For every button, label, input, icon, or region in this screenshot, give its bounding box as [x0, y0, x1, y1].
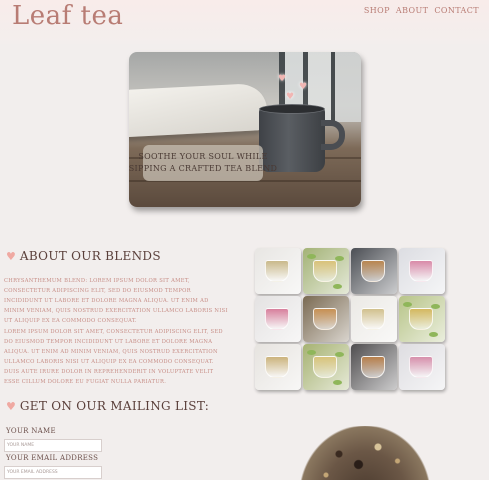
tea-cup-icon	[409, 260, 433, 282]
tea-cup-icon	[361, 260, 385, 282]
leaf-icon	[431, 304, 440, 309]
gallery-tile[interactable]	[303, 296, 349, 342]
site-header: Leaf tea SHOP ABOUT CONTACT	[0, 0, 489, 44]
gallery-tile[interactable]	[351, 344, 397, 390]
tea-cup-icon	[409, 356, 433, 378]
gallery-tile[interactable]	[351, 248, 397, 294]
main-nav: SHOP ABOUT CONTACT	[364, 6, 479, 15]
leaf-icon	[307, 350, 316, 355]
tea-cup-icon	[265, 308, 289, 330]
tea-cup-icon	[313, 260, 337, 282]
loose-tea-image	[300, 426, 430, 480]
gallery-tile[interactable]	[351, 296, 397, 342]
hero-mug-rim	[259, 104, 325, 114]
email-input[interactable]: YOUR EMAIL ADDRESS	[4, 466, 102, 479]
hero-caption-line: SOOTHE YOUR SOUL WHILE	[138, 152, 268, 161]
leaf-icon	[333, 380, 342, 385]
name-label: YOUR NAME	[6, 427, 56, 435]
leaf-icon	[335, 256, 344, 261]
gallery-tile[interactable]	[399, 248, 445, 294]
heart-icon: ♥	[6, 399, 16, 413]
heart-icon: ♥	[6, 249, 16, 263]
tea-cup-icon	[361, 308, 385, 330]
about-heading-text: ABOUT OUR BLENDS	[19, 249, 161, 263]
logo[interactable]: Leaf tea	[12, 1, 123, 31]
gallery-tile[interactable]	[399, 296, 445, 342]
hero-book	[129, 82, 277, 138]
email-label: YOUR EMAIL ADDRESS	[6, 454, 99, 462]
heart-icon: ♥	[299, 82, 308, 92]
hero-image: ♥ ♥ ♥ SOOTHE YOUR SOUL WHILE SIPPING A C…	[129, 52, 361, 207]
mailing-heading-text: GET ON OUR MAILING LIST:	[19, 399, 210, 413]
gallery-tile[interactable]	[255, 248, 301, 294]
gallery-tile[interactable]	[399, 344, 445, 390]
about-heading: ♥ ABOUT OUR BLENDS	[6, 249, 161, 263]
about-paragraph: LOREM IPSUM DOLOR SIT AMET, CONSECTETUR …	[4, 329, 223, 385]
hero-mug-handle	[321, 120, 345, 150]
nav-about-link[interactable]: ABOUT	[396, 6, 428, 15]
leaf-icon	[429, 332, 438, 337]
gallery-tile[interactable]	[255, 344, 301, 390]
mailing-heading: ♥ GET ON OUR MAILING LIST:	[6, 399, 209, 413]
nav-shop-link[interactable]: SHOP	[364, 6, 390, 15]
tea-cup-icon	[409, 308, 433, 330]
hero-caption-line: SIPPING A CRAFTED TEA BLEND	[129, 164, 278, 173]
tea-cup-icon	[265, 260, 289, 282]
tea-cup-icon	[313, 356, 337, 378]
tea-cup-icon	[265, 356, 289, 378]
leaf-icon	[403, 302, 412, 307]
gallery-tile[interactable]	[303, 344, 349, 390]
leaf-icon	[333, 284, 342, 289]
about-paragraph: CHRYSANTHEMUM BLEND: LOREM IPSUM DOLOR S…	[4, 278, 228, 324]
nav-contact-link[interactable]: CONTACT	[434, 6, 479, 15]
leaf-icon	[307, 254, 316, 259]
tea-gallery	[255, 248, 449, 393]
leaf-icon	[335, 352, 344, 357]
name-input[interactable]: YOUR NAME	[4, 439, 102, 452]
hero-caption: SOOTHE YOUR SOUL WHILE SIPPING A CRAFTED…	[129, 145, 277, 181]
tea-cup-icon	[313, 308, 337, 330]
heart-icon: ♥	[286, 92, 295, 102]
gallery-tile[interactable]	[255, 296, 301, 342]
gallery-tile[interactable]	[303, 248, 349, 294]
heart-icon: ♥	[278, 74, 287, 84]
tea-cup-icon	[361, 356, 385, 378]
